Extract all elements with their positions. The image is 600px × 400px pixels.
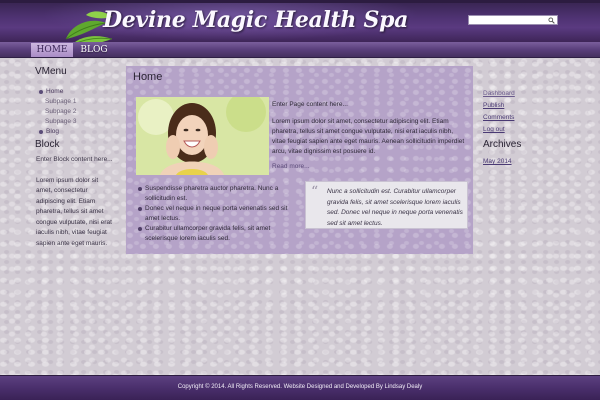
vmenu-item-subpage-1[interactable]: Subpage 1 bbox=[31, 97, 123, 107]
read-more-link[interactable]: Read more... bbox=[272, 163, 310, 170]
bullet-icon bbox=[138, 227, 142, 231]
hero-photo bbox=[136, 97, 269, 175]
list-item-text: Suspendisse pharetra auctor pharetra. Nu… bbox=[145, 185, 279, 202]
site-footer: Copyright © 2014. All Rights Reserved. W… bbox=[0, 375, 600, 400]
vmenu-item-label: Subpage 1 bbox=[45, 98, 77, 105]
vmenu-item-label: Home bbox=[46, 88, 64, 95]
quote-icon: “ bbox=[311, 184, 319, 200]
block-content-text: Enter Block content here... bbox=[36, 156, 113, 163]
right-sidebar: Dashboard Publish Comments Log out Archi… bbox=[483, 88, 563, 168]
block-lorem-text: Lorem ipsum dolor sit amet, consectetur … bbox=[36, 176, 112, 247]
bullet-icon bbox=[138, 187, 142, 191]
search-input[interactable] bbox=[468, 15, 558, 25]
dashboard-link[interactable]: Dashboard bbox=[483, 88, 563, 100]
list-item-text: Curabitur ullamcorper gravida felis, sit… bbox=[145, 225, 271, 242]
lorem-paragraph: Lorem ipsum dolor sit amet, consectetur … bbox=[272, 118, 465, 155]
vmenu-item-subpage-2[interactable]: Subpage 2 bbox=[31, 107, 123, 117]
site-header: Devine Magic Health Spa bbox=[0, 0, 600, 46]
vmenu-item-subpage-3[interactable]: Subpage 3 bbox=[31, 117, 123, 127]
bullet-list: Suspendisse pharetra auctor pharetra. Nu… bbox=[138, 184, 298, 244]
footer-copyright: Copyright © 2014. All Rights Reserved. W… bbox=[177, 384, 423, 390]
archives-heading: Archives bbox=[483, 139, 522, 150]
search-icon[interactable] bbox=[548, 17, 555, 24]
bullet-icon bbox=[138, 207, 142, 211]
quote-text: Nunc a sollicitudin est. Curabitur ullam… bbox=[327, 188, 463, 227]
bullet-icon bbox=[39, 130, 43, 134]
nav-item-home[interactable]: HOME bbox=[31, 43, 73, 57]
logout-link[interactable]: Log out bbox=[483, 124, 563, 136]
vmenu-list: Home Subpage 1 Subpage 2 Subpage 3 Blog bbox=[31, 87, 123, 137]
list-item: Donec vel neque in neque porta venenatis… bbox=[138, 204, 298, 224]
main-navigation: HOME BLOG bbox=[0, 42, 600, 58]
blockquote: “ Nunc a sollicitudin est. Curabitur ull… bbox=[305, 181, 468, 229]
comments-link[interactable]: Comments bbox=[483, 112, 563, 124]
list-item: Suspendisse pharetra auctor pharetra. Nu… bbox=[138, 184, 298, 204]
archive-link-may-2014[interactable]: May 2014 bbox=[483, 156, 563, 168]
intro-text: Enter Page content here... bbox=[272, 101, 348, 108]
page-title: Home bbox=[133, 71, 163, 83]
site-title[interactable]: Devine Magic Health Spa bbox=[103, 7, 408, 33]
vmenu-item-home[interactable]: Home bbox=[31, 87, 123, 97]
block-heading: Block bbox=[35, 139, 60, 150]
bullet-icon bbox=[39, 90, 43, 94]
publish-link[interactable]: Publish bbox=[483, 100, 563, 112]
vmenu-item-blog[interactable]: Blog bbox=[31, 127, 123, 137]
vmenu-item-label: Blog bbox=[46, 128, 60, 135]
vmenu-heading: VMenu bbox=[35, 66, 67, 77]
vmenu-item-label: Subpage 3 bbox=[45, 118, 77, 125]
left-sidebar: VMenu Home Subpage 1 Subpage 2 Subpage 3… bbox=[31, 66, 123, 249]
vmenu-item-label: Subpage 2 bbox=[45, 108, 77, 115]
main-content: Home Enter Page content here... Lorem ip… bbox=[126, 66, 473, 254]
list-item-text: Donec vel neque in neque porta venenatis… bbox=[145, 205, 288, 222]
nav-item-blog[interactable]: BLOG bbox=[76, 43, 112, 57]
smiling-woman-image bbox=[136, 97, 269, 175]
list-item: Curabitur ullamcorper gravida felis, sit… bbox=[138, 224, 298, 244]
